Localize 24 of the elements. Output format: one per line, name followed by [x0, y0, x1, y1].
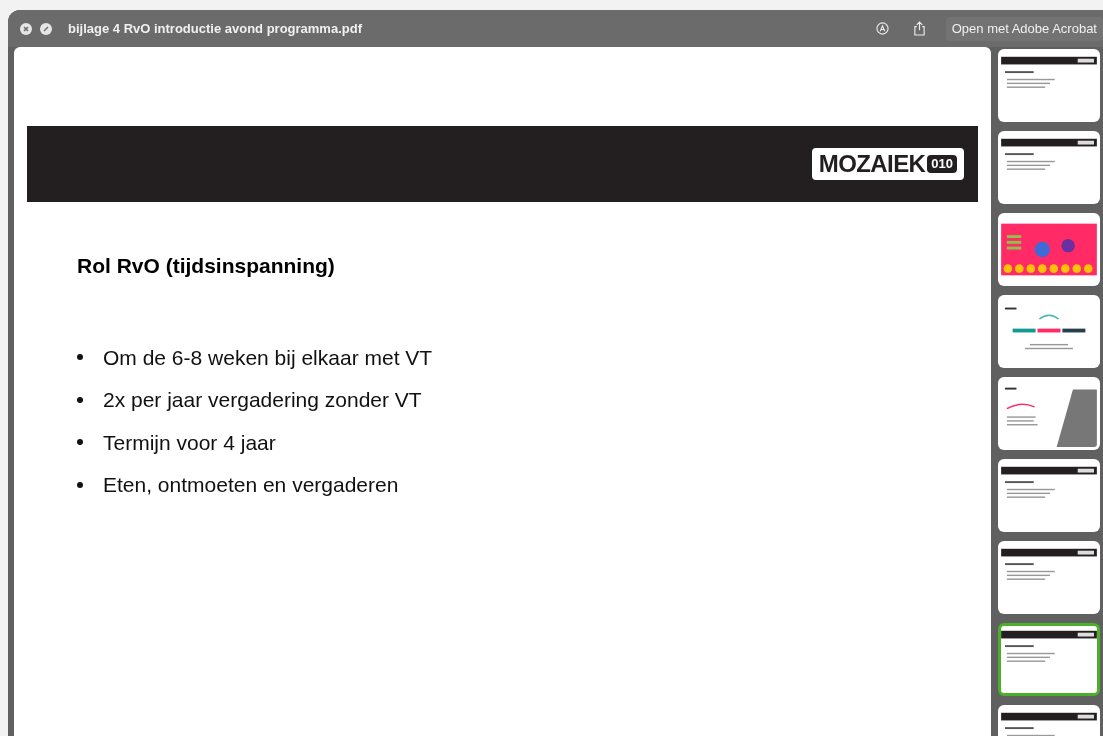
page-thumbnail[interactable] [998, 131, 1100, 204]
close-icon[interactable] [20, 22, 32, 35]
page-thumbnail[interactable] [998, 623, 1100, 696]
page-thumbnail[interactable] [998, 49, 1100, 122]
page-thumbnail[interactable] [998, 295, 1100, 368]
logo: MOZAIEK 010 [811, 148, 964, 180]
window-title: bijlage 4 RvO introductie avond programma.pdf [68, 19, 362, 38]
bullet-icon [77, 439, 83, 446]
bullet-text: 2x per jaar vergadering zonder VT [103, 387, 422, 413]
bullet-icon [77, 481, 83, 488]
bullet-text: Om de 6-8 weken bij elkaar met VT [103, 344, 433, 371]
block-icon[interactable] [40, 22, 52, 35]
page-thumbnail[interactable] [998, 213, 1100, 286]
bullet-icon [77, 354, 83, 361]
page-thumbnail[interactable] [998, 459, 1100, 532]
bullet-text: Termijn voor 4 jaar [103, 429, 276, 456]
slide-heading: Rol RvO (tijdsinspanning) [77, 253, 336, 279]
bullet-icon [77, 396, 83, 403]
page-thumbnail[interactable] [998, 377, 1100, 450]
open-in-app-button[interactable]: Open met Adobe Acrobat [945, 16, 1103, 41]
share-icon[interactable] [912, 21, 926, 36]
page-thumbnail[interactable] [998, 541, 1100, 614]
bullet-text: Eten, ontmoeten en vergaderen [103, 472, 399, 498]
markup-icon[interactable] [875, 22, 889, 35]
